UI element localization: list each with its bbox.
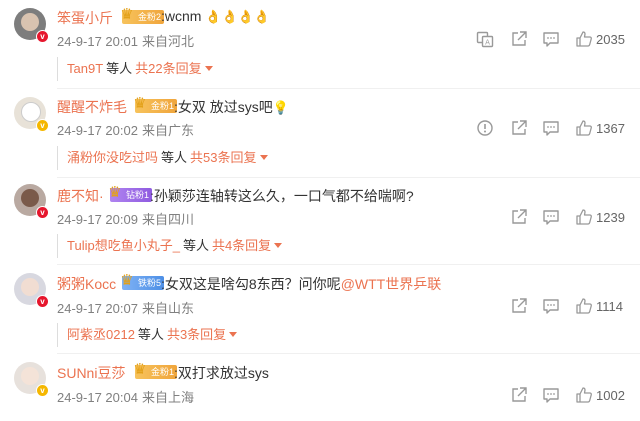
comment-location: 来自四川 bbox=[141, 212, 194, 227]
share-icon[interactable] bbox=[510, 30, 528, 48]
thumbs-up-icon[interactable] bbox=[575, 30, 593, 48]
svg-text:A: A bbox=[485, 39, 490, 47]
chevron-down-icon bbox=[229, 332, 238, 337]
verified-badge-icon: v bbox=[36, 119, 49, 132]
chevron-down-icon bbox=[204, 66, 213, 71]
share-icon[interactable] bbox=[510, 208, 528, 226]
fan-badge[interactable]: ♛ 钻粉1 bbox=[108, 184, 153, 202]
share-icon[interactable] bbox=[510, 119, 528, 137]
comment-text: :wcnm 👌👌👌👌 bbox=[161, 8, 271, 24]
comment-location: 来自河北 bbox=[141, 34, 194, 49]
comment-date: 24-9-17 20:07 bbox=[57, 301, 138, 316]
crown-icon: ♛ bbox=[120, 272, 134, 289]
comment-meta: 24-9-17 20:01 来自河北 bbox=[57, 31, 198, 50]
reply-count: 共4条回复 bbox=[211, 238, 272, 253]
crown-icon: ♛ bbox=[120, 6, 134, 23]
thumbs-up-icon[interactable] bbox=[575, 297, 593, 315]
comment-icon[interactable] bbox=[542, 30, 560, 48]
reply-user: 阿紫丞0212 bbox=[67, 327, 135, 342]
comment-date: 24-9-17 20:09 bbox=[57, 212, 138, 227]
username[interactable]: 粥粥Kocc bbox=[57, 274, 116, 294]
reply-count: 共22条回复 bbox=[135, 61, 202, 76]
like-count: 1114 bbox=[596, 299, 623, 314]
reply-word: 等人 bbox=[137, 327, 164, 342]
comment-location: 来自上海 bbox=[141, 390, 194, 405]
mention-link[interactable]: @WTT世界乒联 bbox=[341, 276, 442, 292]
reply-summary[interactable]: 涌粉你没吃过吗 等人 共53条回复 bbox=[57, 146, 268, 170]
like-count: 1002 bbox=[596, 388, 625, 403]
thumbs-up-icon[interactable] bbox=[575, 119, 593, 137]
report-icon[interactable] bbox=[476, 119, 494, 137]
username[interactable]: 鹿不知· bbox=[57, 186, 104, 206]
verified-badge-icon: v bbox=[36, 384, 49, 397]
reply-word: 等人 bbox=[182, 238, 209, 253]
like-count: 1239 bbox=[596, 210, 625, 225]
divider bbox=[57, 353, 640, 354]
comment-text: :双打求放过sys bbox=[174, 365, 269, 381]
comment-text: :女双这是啥勾8东西？问你呢@WTT世界乒联 bbox=[161, 276, 442, 292]
share-icon[interactable] bbox=[510, 297, 528, 315]
comment-icon[interactable] bbox=[542, 297, 560, 315]
verified-badge-icon: v bbox=[36, 30, 49, 43]
comment-date: 24-9-17 20:04 bbox=[57, 390, 138, 405]
fan-badge[interactable]: ♛ 金粉1 bbox=[133, 95, 178, 113]
ok-hand-emoji: 👌👌👌👌 bbox=[205, 9, 271, 24]
translate-icon[interactable]: A bbox=[476, 30, 494, 48]
crown-icon: ♛ bbox=[133, 95, 147, 112]
lightbulb-emoji: 💡 bbox=[272, 100, 289, 115]
fan-badge[interactable]: ♛ 金粉2 bbox=[120, 6, 165, 24]
reply-user: 涌粉你没吃过吗 bbox=[67, 150, 159, 165]
share-icon[interactable] bbox=[510, 386, 528, 404]
reply-word: 等人 bbox=[106, 61, 133, 76]
reply-count: 共53条回复 bbox=[190, 150, 257, 165]
reply-count: 共3条回复 bbox=[166, 327, 227, 342]
comment-meta: 24-9-17 20:04 来自上海 bbox=[57, 387, 198, 406]
divider bbox=[57, 88, 640, 89]
verified-badge-icon: v bbox=[36, 295, 49, 308]
verified-badge-icon: v bbox=[36, 206, 49, 219]
reply-summary[interactable]: Tan9T 等人 共22条回复 bbox=[57, 57, 213, 81]
thumbs-up-icon[interactable] bbox=[575, 386, 593, 404]
thumbs-up-icon[interactable] bbox=[575, 208, 593, 226]
comment-meta: 24-9-17 20:09 来自四川 bbox=[57, 209, 198, 228]
reply-user: Tulip想吃鱼小丸子_ bbox=[67, 238, 180, 253]
comment-meta: 24-9-17 20:07 来自山东 bbox=[57, 298, 198, 317]
comment-icon[interactable] bbox=[542, 208, 560, 226]
crown-icon: ♛ bbox=[108, 184, 122, 201]
chevron-down-icon bbox=[259, 155, 268, 160]
username[interactable]: 笨蛋小斤 bbox=[57, 8, 113, 28]
comment-date: 24-9-17 20:02 bbox=[57, 123, 138, 138]
reply-user: Tan9T bbox=[67, 61, 104, 76]
chevron-down-icon bbox=[274, 243, 283, 248]
reply-summary[interactable]: Tulip想吃鱼小丸子_ 等人 共4条回复 bbox=[57, 234, 283, 258]
comment-location: 来自广东 bbox=[141, 123, 194, 138]
reply-summary[interactable]: 阿紫丞0212 等人 共3条回复 bbox=[57, 323, 238, 347]
divider bbox=[57, 264, 640, 265]
username[interactable]: 醒醒不炸毛 bbox=[57, 97, 127, 117]
fan-badge[interactable]: ♛ 金粉1 bbox=[133, 361, 178, 379]
like-count: 2035 bbox=[596, 32, 625, 47]
comment-text: :女双 放过sys吧💡 bbox=[174, 99, 289, 115]
crown-icon: ♛ bbox=[133, 361, 147, 378]
comment-icon[interactable] bbox=[542, 386, 560, 404]
fan-badge[interactable]: ♛ 铁粉5 bbox=[120, 272, 165, 290]
like-count: 1367 bbox=[596, 121, 625, 136]
comment-meta: 24-9-17 20:02 来自广东 bbox=[57, 120, 198, 139]
comment-icon[interactable] bbox=[542, 119, 560, 137]
comment-text: :孙颖莎连轴转这么久，一口气都不给喘啊? bbox=[150, 188, 414, 204]
comment-location: 来自山东 bbox=[141, 301, 194, 316]
reply-word: 等人 bbox=[161, 150, 188, 165]
divider bbox=[57, 177, 640, 178]
comment-date: 24-9-17 20:01 bbox=[57, 34, 138, 49]
username[interactable]: SUNni豆莎 bbox=[57, 363, 125, 383]
